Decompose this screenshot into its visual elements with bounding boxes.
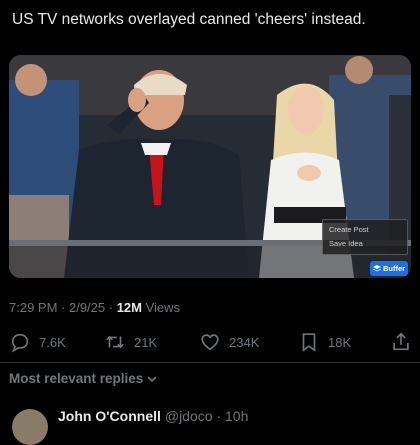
- save-idea-menu-item[interactable]: Save Idea: [329, 237, 401, 251]
- reply-author-name[interactable]: John O'Connell: [58, 408, 161, 424]
- chevron-down-icon: [147, 375, 157, 382]
- replies-sort-label: Most relevant replies: [9, 371, 144, 386]
- repost-icon: [106, 335, 124, 349]
- overlay-menu: Create Post Save Idea: [322, 219, 408, 255]
- views-label: Views: [142, 300, 181, 315]
- buffer-icon: [372, 264, 381, 271]
- share-button[interactable]: [390, 331, 412, 353]
- buffer-button[interactable]: Buffer: [370, 261, 408, 276]
- reply-button[interactable]: 7.6K: [9, 331, 66, 353]
- meta-separator: ·: [105, 300, 117, 315]
- bookmark-count: 18K: [328, 334, 352, 350]
- section-divider: [0, 362, 420, 363]
- tweet-text: US TV networks overlayed canned 'cheers'…: [12, 11, 366, 28]
- tweet-date: 2/9/25: [68, 300, 106, 315]
- repost-button[interactable]: 21K: [104, 331, 157, 353]
- tweet-time: 7:29 PM: [9, 300, 58, 315]
- create-post-menu-item[interactable]: Create Post: [329, 223, 401, 237]
- avatar[interactable]: [12, 409, 48, 445]
- like-count: 234K: [229, 334, 260, 350]
- reply-icon: [11, 333, 29, 353]
- reply-author-handle: @jdoco · 10h: [164, 408, 249, 424]
- bookmark-button[interactable]: 18K: [298, 331, 351, 353]
- views-count: 12M: [116, 300, 142, 315]
- like-button[interactable]: 234K: [199, 331, 259, 353]
- reply-count: 7.6K: [39, 334, 66, 350]
- share-icon: [393, 332, 409, 351]
- heart-icon: [201, 334, 219, 351]
- tweet-meta: 7:29 PM · 2/9/25 · 12M Views: [9, 300, 180, 315]
- repost-count: 21K: [134, 334, 158, 350]
- bookmark-icon: [302, 333, 316, 352]
- meta-separator: ·: [57, 300, 69, 315]
- buffer-button-label: Buffer: [382, 264, 406, 273]
- reply-author: John O'Connell @jdoco · 10h: [58, 408, 248, 424]
- replies-sort-dropdown[interactable]: Most relevant replies: [9, 371, 158, 386]
- tweet-actions: 7.6K 21K 234K 18K: [9, 330, 411, 354]
